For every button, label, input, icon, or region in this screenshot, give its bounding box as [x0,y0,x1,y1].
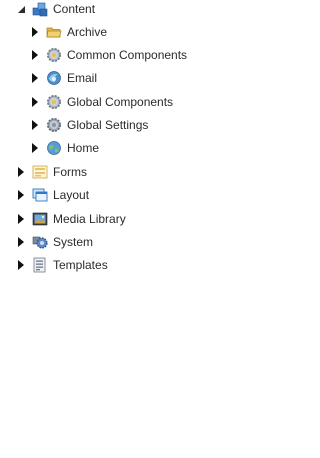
expand-arrow-icon[interactable] [15,189,27,201]
expand-arrow-icon[interactable] [29,72,41,84]
tree-node-global-settings[interactable]: Global Settings [29,115,148,135]
tree-node-label[interactable]: Layout [53,187,89,203]
expand-arrow-icon[interactable] [15,236,27,248]
expand-arrow-icon[interactable] [29,49,41,61]
gear-icon [46,94,62,110]
tree-node-label[interactable]: Forms [53,164,87,180]
tree-node-label[interactable]: Media Library [53,211,126,227]
tree-node-label[interactable]: Archive [67,24,107,40]
tree-node-content[interactable]: Content [15,0,95,19]
gear-icon [46,47,62,63]
tree-node-system[interactable]: System [15,232,93,252]
content-icon [32,1,48,17]
folder-icon [46,24,62,40]
content-tree: Content Archive Common Components Email … [0,0,269,458]
tree-node-label[interactable]: Templates [53,257,108,273]
tree-node-label[interactable]: Global Settings [67,117,148,133]
layout-icon [32,187,48,203]
tree-node-common-components[interactable]: Common Components [29,45,187,65]
tree-node-email[interactable]: Email [29,68,97,88]
tree-node-label[interactable]: Home [67,140,99,156]
expand-arrow-icon[interactable] [15,259,27,271]
tree-node-label[interactable]: Global Components [67,94,173,110]
expand-arrow-icon[interactable] [29,96,41,108]
media-library-icon [32,211,48,227]
tree-node-forms[interactable]: Forms [15,162,87,182]
home-icon [46,140,62,156]
tree-node-global-components[interactable]: Global Components [29,92,173,112]
expand-arrow-icon[interactable] [15,166,27,178]
email-icon [46,70,62,86]
tree-node-media-library[interactable]: Media Library [15,209,126,229]
system-icon [32,234,48,250]
collapse-arrow-icon[interactable] [15,3,27,15]
expand-arrow-icon[interactable] [29,119,41,131]
tree-node-label[interactable]: Common Components [67,47,187,63]
tree-node-archive[interactable]: Archive [29,22,107,42]
expand-arrow-icon[interactable] [15,213,27,225]
tree-node-layout[interactable]: Layout [15,185,89,205]
tree-node-home[interactable]: Home [29,138,99,158]
tree-node-label[interactable]: System [53,234,93,250]
tree-node-label[interactable]: Content [53,1,95,17]
expand-arrow-icon[interactable] [29,142,41,154]
tree-node-templates[interactable]: Templates [15,255,108,275]
templates-icon [32,257,48,273]
tree-node-label[interactable]: Email [67,70,97,86]
expand-arrow-icon[interactable] [29,26,41,38]
gear-icon [46,117,62,133]
forms-icon [32,164,48,180]
